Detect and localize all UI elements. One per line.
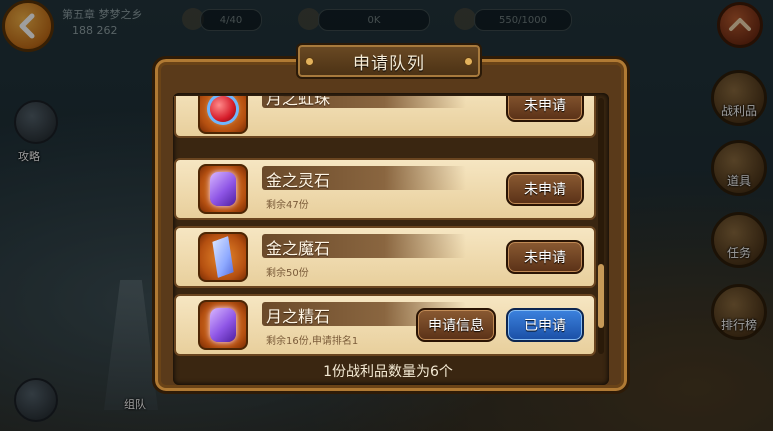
rivet-icon: [465, 58, 472, 65]
rivet-icon: [306, 58, 313, 65]
panel-title: 申请队列: [353, 53, 425, 74]
purple-gem-icon: [198, 164, 248, 214]
item-remaining: 剩余16份,申请排名1: [266, 336, 359, 347]
item-name-bar: 金之灵石: [262, 166, 466, 190]
item-name-bar: 月之虹珠: [262, 96, 466, 108]
blue-rune-icon: [198, 232, 248, 282]
purple-gem-icon: [198, 300, 248, 350]
item-name: 金之灵石: [266, 171, 331, 190]
apply-info-button[interactable]: 申请信息: [416, 308, 496, 342]
item-name: 月之精石: [266, 307, 331, 326]
item-name: 金之魔石: [266, 239, 331, 258]
orb-icon: [198, 96, 248, 134]
list-item: 金之魔石 剩余50份 未申请: [174, 226, 596, 288]
loot-quantity-note: 1份战利品数量为6个: [323, 364, 453, 380]
item-name: 月之虹珠: [266, 96, 331, 108]
item-name-bar: 金之魔石: [262, 234, 466, 258]
apply-button[interactable]: 未申请: [506, 172, 584, 206]
scrollbar[interactable]: [598, 98, 604, 354]
list-item: 金之灵石 剩余47份 未申请: [174, 158, 596, 220]
item-remaining: 剩余47份: [266, 200, 309, 211]
apply-queue-list[interactable]: 月之虹珠 未申请 金之灵石 剩余47份 未申请 金之魔石 剩余50份 未申请 月…: [174, 96, 606, 356]
item-remaining: 剩余50份: [266, 268, 309, 279]
apply-button[interactable]: 未申请: [506, 240, 584, 274]
list-item: 月之精石 剩余16份,申请排名1 申请信息 已申请: [174, 294, 596, 356]
applied-button[interactable]: 已申请: [506, 308, 584, 342]
scrollbar-thumb[interactable]: [598, 264, 604, 328]
apply-button[interactable]: 未申请: [506, 96, 584, 122]
panel-title-plaque: 申请队列: [296, 43, 482, 79]
list-item: 月之虹珠 未申请: [174, 96, 596, 138]
